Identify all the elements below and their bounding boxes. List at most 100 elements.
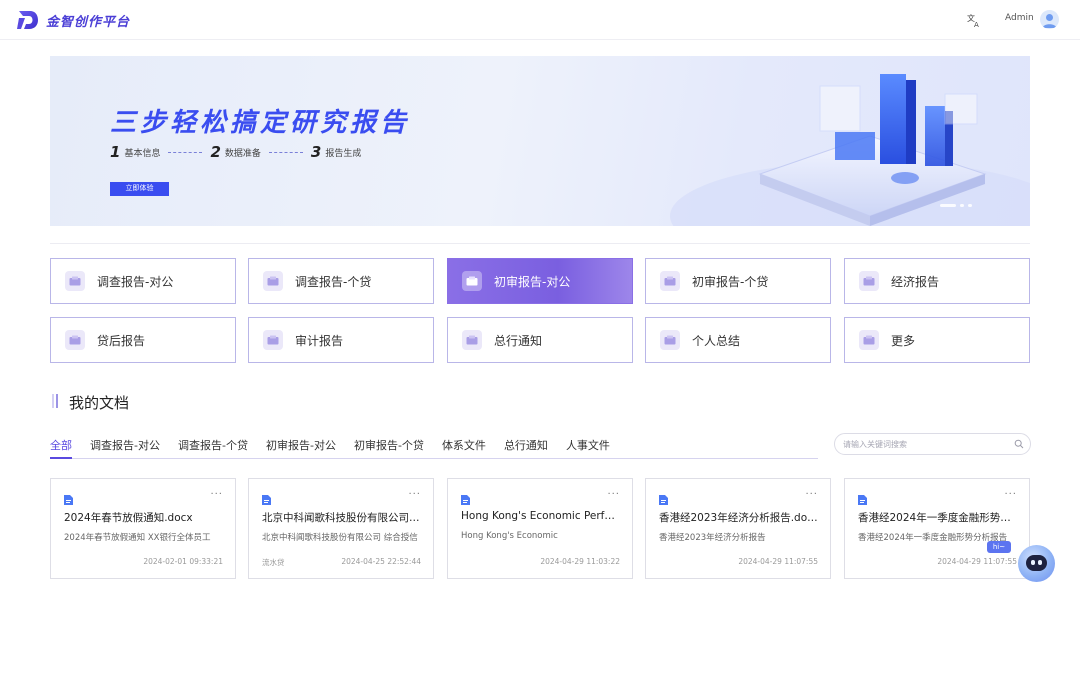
carousel-dot[interactable] — [968, 204, 972, 207]
category-label: 初审报告-对公 — [494, 274, 571, 289]
document-card[interactable]: ··· Hong Kong's Economic Performance Hong … — [447, 478, 633, 579]
step-number: 2 — [210, 143, 221, 161]
doc-tab[interactable]: 初审报告-个贷 — [354, 437, 424, 459]
isometric-data-illustration — [670, 74, 1030, 226]
category-label: 审计报告 — [295, 333, 344, 348]
category-button[interactable]: 总行通知 — [447, 317, 633, 363]
step-number: 1 — [110, 143, 121, 161]
doc-tab[interactable]: 初审报告-对公 — [266, 437, 336, 459]
category-button[interactable]: 经济报告 — [844, 258, 1030, 304]
report-folder-icon — [859, 330, 879, 350]
category-button[interactable]: 贷后报告 — [50, 317, 236, 363]
document-description: 香港经2023年经济分析报告 — [659, 533, 766, 543]
user-name[interactable]: Admin — [1005, 13, 1034, 23]
step-connector — [168, 151, 203, 153]
try-now-button[interactable]: 立即体验 — [110, 182, 169, 196]
document-title: 北京中科闻歌科技股份有限公司综合授信调查报告 — [262, 512, 422, 524]
doc-file-icon — [858, 495, 867, 505]
search-box[interactable] — [834, 433, 1031, 455]
section-title: 我的文档 — [69, 394, 130, 412]
document-timestamp: 2024-02-01 09:33:21 — [143, 557, 223, 566]
category-label: 初审报告-个贷 — [692, 274, 769, 289]
category-button[interactable]: 初审报告-个贷 — [645, 258, 831, 304]
section-divider — [50, 243, 1030, 244]
report-folder-icon — [263, 271, 283, 291]
category-label: 个人总结 — [692, 333, 741, 348]
search-icon[interactable] — [1014, 439, 1024, 449]
carousel-dot[interactable] — [960, 204, 964, 207]
carousel-dot-active[interactable] — [940, 204, 956, 207]
doc-tab[interactable]: 体系文件 — [442, 437, 486, 459]
document-card[interactable]: ··· 北京中科闻歌科技股份有限公司综合授信调查报告北京中科闻歌科技股份有限公司 … — [248, 478, 434, 579]
document-title: Hong Kong's Economic Performance — [461, 510, 621, 522]
more-dots-icon[interactable]: ··· — [210, 489, 223, 500]
carousel-indicators[interactable] — [940, 204, 972, 207]
document-timestamp: 2024-04-29 11:07:55 — [937, 557, 1017, 566]
doc-tab[interactable]: 总行通知 — [504, 437, 548, 459]
category-button[interactable]: 初审报告-对公 — [447, 258, 633, 304]
category-button[interactable]: 审计报告 — [248, 317, 434, 363]
category-button[interactable]: 个人总结 — [645, 317, 831, 363]
step-label: 基本信息 — [124, 148, 161, 159]
hero-banner[interactable]: 三步轻松搞定研究报告 1 基本信息 2 数据准备 3 报告生成 立即体验 — [50, 56, 1030, 226]
doc-file-icon — [262, 495, 271, 505]
avatar[interactable] — [1040, 10, 1059, 29]
step-number: 3 — [310, 143, 322, 161]
app-logo[interactable]: 金智创作平台 — [16, 8, 130, 32]
doc-file-icon — [461, 495, 470, 505]
report-folder-icon — [462, 271, 482, 291]
category-label: 更多 — [891, 333, 916, 348]
report-folder-icon — [859, 271, 879, 291]
more-dots-icon[interactable]: ··· — [1004, 489, 1017, 500]
category-button[interactable]: 更多 — [844, 317, 1030, 363]
more-dots-icon[interactable]: ··· — [805, 489, 818, 500]
category-button[interactable]: 调查报告-个贷 — [248, 258, 434, 304]
report-folder-icon — [660, 330, 680, 350]
category-label: 总行通知 — [494, 333, 543, 348]
banner-steps: 1 基本信息 2 数据准备 3 报告生成 — [110, 143, 361, 161]
document-tag: 流水贷 — [262, 558, 285, 567]
logo-icon — [17, 11, 38, 29]
category-label: 贷后报告 — [97, 333, 146, 348]
step-label: 数据准备 — [224, 148, 261, 159]
step-label: 报告生成 — [325, 148, 362, 159]
report-folder-icon — [263, 330, 283, 350]
category-label: 调查报告-个贷 — [295, 274, 372, 289]
doc-tab[interactable]: 调查报告-对公 — [90, 437, 160, 459]
document-timestamp: 2024-04-29 11:03:22 — [540, 557, 620, 566]
doc-tab[interactable]: 调查报告-个贷 — [178, 437, 248, 459]
document-card[interactable]: ··· 2024年春节放假通知.docx 2024年春节放假通知 XX银行全体员工 2… — [50, 478, 236, 579]
translate-icon[interactable]: 文 A — [966, 12, 982, 28]
document-tabs: 全部 调查报告-对公 调查报告-个贷 初审报告-对公 初审报告-个贷 体系文件 总行通知 人事… — [50, 437, 818, 459]
doc-tab[interactable]: 人事文件 — [566, 437, 610, 459]
document-description: Hong Kong's Economic — [461, 531, 558, 541]
doc-file-icon — [64, 495, 73, 505]
category-button[interactable]: 调查报告-对公 — [50, 258, 236, 304]
assistant-greeting[interactable]: hi~ — [987, 541, 1011, 553]
doc-tab[interactable]: 全部 — [50, 437, 72, 459]
step-connector — [268, 151, 303, 153]
document-card[interactable]: ··· 香港经2023年经济分析报告.docx 香港经2023年经济分析报告 2024… — [645, 478, 831, 579]
user-avatar-icon — [1042, 14, 1057, 28]
search-input[interactable] — [843, 437, 1003, 451]
ai-assistant-button[interactable] — [1018, 545, 1055, 582]
banner-title: 三步轻松搞定研究报告 — [110, 108, 411, 138]
section-title-marker — [52, 394, 58, 408]
more-dots-icon[interactable]: ··· — [408, 489, 421, 500]
document-title: 2024年春节放假通知.docx — [64, 512, 193, 524]
report-folder-icon — [65, 271, 85, 291]
report-folder-icon — [462, 330, 482, 350]
top-header: 金智创作平台 文 A Admin — [0, 0, 1080, 40]
document-timestamp: 2024-04-29 11:07:55 — [738, 557, 818, 566]
category-label: 调查报告-对公 — [97, 274, 174, 289]
document-card[interactable]: ···香港经2024年一季度金融形势分析报告香港经2024年一季度金融形势分析报… — [844, 478, 1030, 579]
document-timestamp: 2024-04-25 22:52:44 — [341, 557, 421, 566]
document-description: 2024年春节放假通知 XX银行全体员工 — [64, 533, 211, 543]
document-description: 北京中科闻歌科技股份有限公司 综合授信 — [262, 533, 418, 543]
report-folder-icon — [65, 330, 85, 350]
svg-text:A: A — [974, 21, 979, 28]
report-folder-icon — [660, 271, 680, 291]
app-title: 金智创作平台 — [46, 14, 131, 30]
category-label: 经济报告 — [891, 274, 940, 289]
more-dots-icon[interactable]: ··· — [607, 489, 620, 500]
